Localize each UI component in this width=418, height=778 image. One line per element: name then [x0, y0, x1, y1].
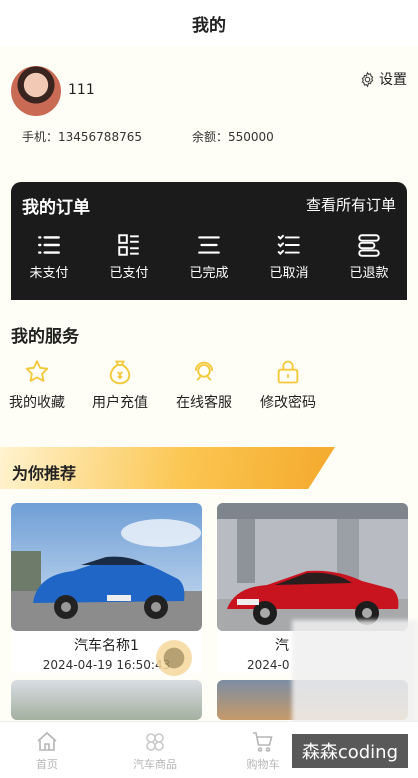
- watermark: 森森coding: [291, 734, 408, 768]
- order-label: 未支付: [29, 266, 69, 281]
- order-completed-button[interactable]: 已完成: [174, 232, 244, 281]
- page-title: 我的: [192, 15, 226, 36]
- order-label: 已支付: [109, 266, 149, 281]
- settings-label: 设置: [379, 72, 407, 88]
- service-label: 在线客服: [176, 395, 232, 411]
- service-recharge-button[interactable]: 用户充值: [80, 358, 160, 412]
- order-label: 已退款: [349, 266, 389, 281]
- order-paid-button[interactable]: 已支付: [94, 232, 164, 281]
- order-label: 已完成: [189, 266, 229, 281]
- order-label: 已取消: [269, 266, 309, 281]
- service-label: 修改密码: [260, 395, 316, 411]
- service-support-button[interactable]: 在线客服: [164, 358, 244, 412]
- stack-icon: [358, 234, 380, 257]
- grid-list-icon: [118, 234, 139, 256]
- username: 111: [68, 82, 95, 98]
- list-icon: [38, 236, 60, 254]
- service-password-button[interactable]: 修改密码: [248, 358, 328, 412]
- lines-icon: [198, 236, 220, 254]
- balance-text: 余额：550000: [192, 130, 274, 144]
- tab-home[interactable]: 首页: [7, 730, 87, 772]
- support-icon: [194, 361, 214, 381]
- services-title: 我的服务: [11, 327, 79, 347]
- order-cancelled-button[interactable]: 已取消: [254, 232, 324, 281]
- profile-section: 111 设置 手机：13456788765 余额：550000: [0, 62, 418, 162]
- loading-indicator: [156, 640, 192, 676]
- order-refunded-button[interactable]: 已退款: [334, 232, 404, 281]
- service-favorites-button[interactable]: 我的收藏: [0, 358, 77, 412]
- top-bar: 我的: [0, 0, 418, 46]
- tab-label: 汽车商品: [133, 758, 177, 771]
- lock-icon: [277, 360, 299, 384]
- money-bag-icon: [109, 360, 131, 385]
- tab-label: 首页: [36, 758, 58, 771]
- tab-label: 购物车: [246, 758, 280, 771]
- gear-icon: [361, 71, 374, 87]
- phone-text: 手机：13456788765: [22, 130, 142, 144]
- recommend-title: 为你推荐: [12, 464, 77, 483]
- tab-products[interactable]: 汽车商品: [115, 730, 195, 772]
- star-icon: [25, 360, 49, 382]
- service-label: 我的收藏: [9, 395, 65, 411]
- product-card-partial[interactable]: [11, 680, 202, 720]
- settings-button[interactable]: 设置: [359, 69, 407, 89]
- home-icon: [37, 731, 57, 751]
- view-all-orders-link[interactable]: 查看所有订单: [306, 194, 396, 215]
- checklist-icon: [277, 234, 300, 256]
- avatar[interactable]: [11, 66, 61, 116]
- orders-panel: 我的订单 查看所有订单 未支付 已支付 已完成 已取消 已退款: [11, 182, 407, 300]
- blurred-overlay: [292, 620, 418, 732]
- orders-title: 我的订单: [22, 198, 90, 218]
- order-unpaid-button[interactable]: 未支付: [14, 232, 84, 281]
- clover-icon: [146, 733, 164, 751]
- cart-icon: [253, 732, 273, 752]
- product-image: [11, 503, 202, 631]
- product-image: [217, 503, 408, 631]
- service-label: 用户充值: [92, 395, 148, 411]
